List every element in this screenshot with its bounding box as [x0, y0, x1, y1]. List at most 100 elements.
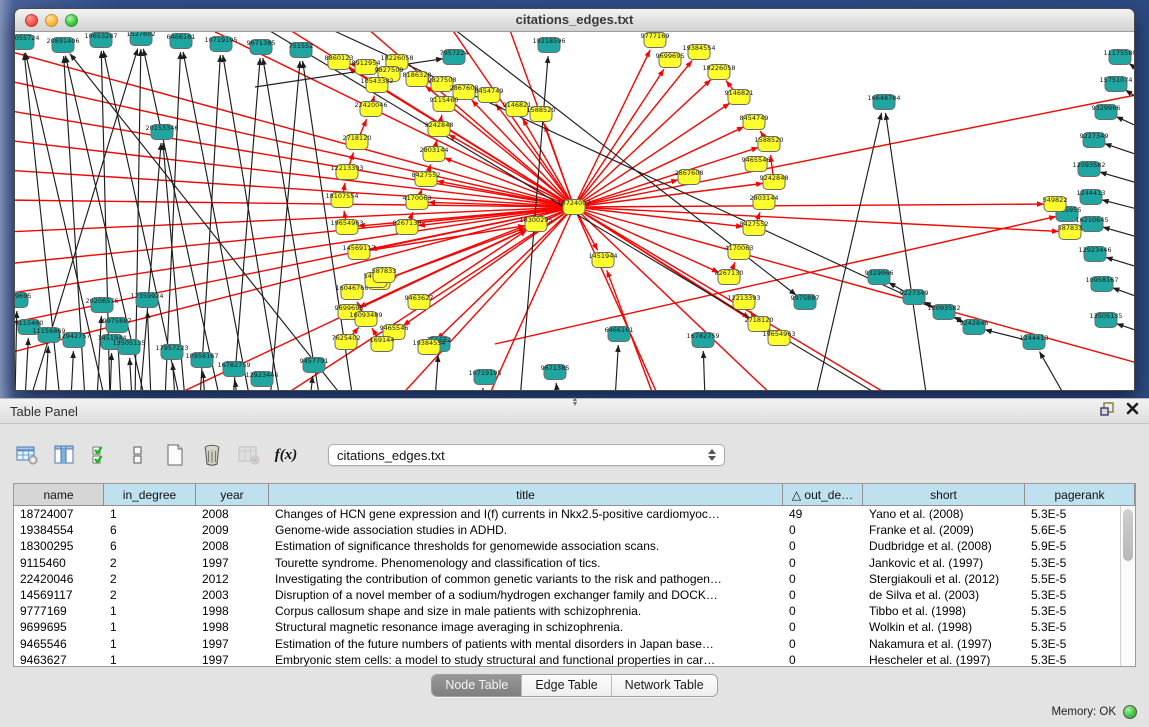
table-cell[interactable]: 5.3E-5 — [1025, 587, 1135, 603]
table-cell[interactable]: 0 — [783, 652, 863, 666]
splitter-handle[interactable]: ▲▼ — [569, 397, 581, 403]
close-panel-icon[interactable] — [1126, 402, 1139, 420]
table-cell[interactable]: Stergiakouli et al. (2012) — [863, 571, 1025, 587]
column-header-pagerank[interactable]: pagerank — [1025, 484, 1135, 505]
table-cell[interactable]: Nakamura et al. (1997) — [863, 636, 1025, 652]
table-row[interactable]: 977716911998Corpus callosum shape and si… — [14, 603, 1135, 619]
table-cell[interactable]: 9115460 — [14, 555, 104, 571]
scrollbar-thumb[interactable] — [1123, 509, 1133, 561]
table-cell[interactable]: 0 — [783, 538, 863, 554]
table-row[interactable]: 2242004622012Investigating the contribut… — [14, 571, 1135, 587]
table-cell[interactable]: 0 — [783, 571, 863, 587]
table-cell[interactable]: 1997 — [196, 636, 269, 652]
show-columns-button[interactable] — [49, 442, 79, 468]
table-cell[interactable]: 2 — [104, 555, 196, 571]
table-cell[interactable]: 1998 — [196, 619, 269, 635]
table-cell[interactable]: 2003 — [196, 587, 269, 603]
table-cell[interactable]: Dudbridge et al. (2008) — [863, 538, 1025, 554]
table-cell[interactable]: 1 — [104, 619, 196, 635]
tab-network-table[interactable]: Network Table — [612, 675, 717, 696]
table-cell[interactable]: 0 — [783, 636, 863, 652]
table-cell[interactable]: 5.9E-5 — [1025, 538, 1135, 554]
table-cell[interactable]: 2012 — [196, 571, 269, 587]
table-cell[interactable]: 9699695 — [14, 619, 104, 635]
table-cell[interactable]: 1 — [104, 506, 196, 522]
table-cell[interactable]: 9463627 — [14, 652, 104, 666]
table-cell[interactable]: 1997 — [196, 555, 269, 571]
table-cell[interactable]: 18300295 — [14, 538, 104, 554]
table-cell[interactable]: 2 — [104, 571, 196, 587]
column-header-short[interactable]: short — [863, 484, 1025, 505]
table-cell[interactable]: 5.3E-5 — [1025, 636, 1135, 652]
tab-node-table[interactable]: Node Table — [432, 675, 522, 696]
table-row[interactable]: 946362711997Embryonic stem cells: a mode… — [14, 652, 1135, 666]
table-cell[interactable]: Investigating the contribution of common… — [269, 571, 783, 587]
table-settings-button[interactable] — [12, 442, 42, 468]
table-cell[interactable]: Tibbo et al. (1998) — [863, 603, 1025, 619]
table-cell[interactable]: Genome-wide association studies in ADHD. — [269, 522, 783, 538]
table-cell[interactable]: 18724007 — [14, 506, 104, 522]
table-cell[interactable]: de Silva et al. (2003) — [863, 587, 1025, 603]
column-header-title[interactable]: title — [269, 484, 783, 505]
delete-table-button[interactable] — [197, 442, 227, 468]
table-cell[interactable]: 5.3E-5 — [1025, 603, 1135, 619]
network-canvas[interactable]: 1405572420891406106532871527602646616110… — [15, 32, 1134, 390]
select-visible-columns-button[interactable] — [86, 442, 116, 468]
close-window-button[interactable] — [25, 14, 38, 27]
table-cell[interactable]: 2008 — [196, 506, 269, 522]
table-cell[interactable]: Yano et al. (2008) — [863, 506, 1025, 522]
table-cell[interactable]: Corpus callosum shape and size in male p… — [269, 603, 783, 619]
table-cell[interactable]: 6 — [104, 522, 196, 538]
table-cell[interactable]: Estimation of the future numbers of pati… — [269, 636, 783, 652]
table-row[interactable]: 1938455462009Genome-wide association stu… — [14, 522, 1135, 538]
table-cell[interactable]: 5.3E-5 — [1025, 652, 1135, 666]
table-cell[interactable]: 0 — [783, 522, 863, 538]
table-cell[interactable]: 14569117 — [14, 587, 104, 603]
table-cell[interactable]: 9465546 — [14, 636, 104, 652]
table-cell[interactable]: 0 — [783, 619, 863, 635]
table-scrollbar[interactable] — [1120, 506, 1135, 666]
tab-edge-table[interactable]: Edge Table — [522, 675, 611, 696]
table-cell[interactable]: Wolkin et al. (1998) — [863, 619, 1025, 635]
table-row[interactable]: 1872400712008Changes of HCN gene express… — [14, 506, 1135, 522]
table-cell[interactable]: 9777169 — [14, 603, 104, 619]
zoom-window-button[interactable] — [65, 14, 78, 27]
table-cell[interactable]: 5.3E-5 — [1025, 506, 1135, 522]
table-selector-dropdown[interactable]: citations_edges.txt — [328, 444, 725, 466]
table-cell[interactable]: 5.5E-5 — [1025, 571, 1135, 587]
table-row[interactable]: 946554611997Estimation of the future num… — [14, 636, 1135, 652]
memory-ok-indicator[interactable] — [1123, 705, 1137, 719]
network-window[interactable]: citations_edges.txt 14055724208914061065… — [14, 8, 1135, 391]
table-cell[interactable]: 0 — [783, 555, 863, 571]
table-cell[interactable]: Changes of HCN gene expression and I(f) … — [269, 506, 783, 522]
table-cell[interactable]: Tourette syndrome. Phenomenology and cla… — [269, 555, 783, 571]
column-header-in_degree[interactable]: in_degree — [104, 484, 196, 505]
table-row[interactable]: 1830029562008Estimation of significance … — [14, 538, 1135, 554]
function-builder-button[interactable]: f(x) — [271, 442, 301, 468]
table-cell[interactable]: 1 — [104, 652, 196, 666]
table-row[interactable]: 911546021997Tourette syndrome. Phenomeno… — [14, 555, 1135, 571]
table-row[interactable]: 969969511998Structural magnetic resonanc… — [14, 619, 1135, 635]
table-cell[interactable]: 6 — [104, 538, 196, 554]
table-cell[interactable]: 5.3E-5 — [1025, 619, 1135, 635]
table-cell[interactable]: 5.3E-5 — [1025, 555, 1135, 571]
table-cell[interactable]: Structural magnetic resonance image aver… — [269, 619, 783, 635]
column-header-year[interactable]: year — [196, 484, 269, 505]
table-cell[interactable]: 1998 — [196, 603, 269, 619]
column-header-out_de[interactable]: △ out_de… — [783, 484, 863, 505]
table-cell[interactable]: 22420046 — [14, 571, 104, 587]
table-cell[interactable]: 1 — [104, 603, 196, 619]
table-cell[interactable]: Disruption of a novel member of a sodium… — [269, 587, 783, 603]
table-cell[interactable]: Jankovic et al. (1997) — [863, 555, 1025, 571]
table-cell[interactable]: 2008 — [196, 538, 269, 554]
table-cell[interactable]: Embryonic stem cells: a model to study s… — [269, 652, 783, 666]
minimize-window-button[interactable] — [45, 14, 58, 27]
window-titlebar[interactable]: citations_edges.txt — [15, 9, 1134, 32]
row-height-button[interactable] — [123, 442, 153, 468]
table-cell[interactable]: 49 — [783, 506, 863, 522]
table-row[interactable]: 1456911722003Disruption of a novel membe… — [14, 587, 1135, 603]
column-header-name[interactable]: name — [14, 484, 104, 505]
delete-columns-button[interactable] — [234, 442, 264, 468]
table-cell[interactable]: Franke et al. (2009) — [863, 522, 1025, 538]
table-cell[interactable]: 0 — [783, 603, 863, 619]
